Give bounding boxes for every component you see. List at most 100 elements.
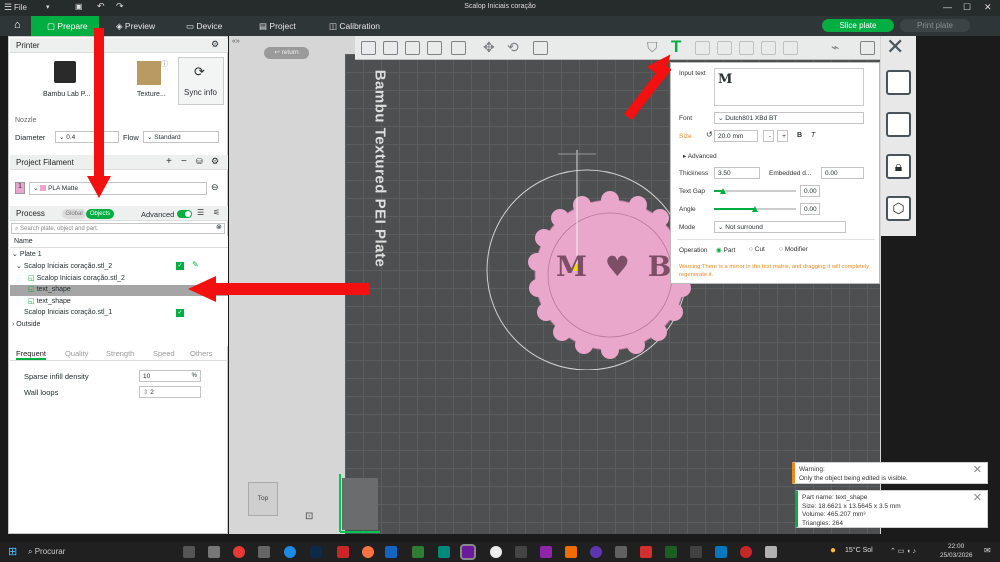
- cut-icon[interactable]: [761, 41, 776, 55]
- close-warning-icon[interactable]: ✕: [973, 465, 982, 475]
- scale-icon[interactable]: [533, 41, 548, 55]
- operation-part-radio[interactable]: ◉ Part: [716, 246, 735, 254]
- tab-frequent[interactable]: Frequent: [16, 349, 47, 360]
- app-icon-8[interactable]: [385, 546, 397, 558]
- visible-checkbox[interactable]: ✓: [176, 262, 184, 270]
- settings-hex-icon[interactable]: ⬡: [886, 196, 911, 221]
- wall-loops-input[interactable]: ⇕ 2: [139, 386, 201, 398]
- close-gizmo-icon[interactable]: ✕: [886, 34, 904, 60]
- excel-icon[interactable]: [665, 546, 677, 558]
- size-input[interactable]: 20.0 mm: [714, 130, 758, 142]
- app-icon-22[interactable]: [740, 546, 752, 558]
- lock-icon[interactable]: 🔒︎: [886, 154, 911, 179]
- app-icon-21[interactable]: [715, 546, 727, 558]
- tree-item-outside[interactable]: › Outside: [12, 321, 40, 328]
- remove-filament-icon[interactable]: −: [181, 156, 187, 167]
- maximize-icon[interactable]: ☐: [963, 2, 971, 13]
- tab-prepare[interactable]: ▢ Prepare: [31, 16, 99, 36]
- bold-button[interactable]: B: [797, 132, 802, 139]
- return-button[interactable]: ↩ return: [264, 47, 309, 59]
- app-icon-9[interactable]: [412, 546, 424, 558]
- filament-settings-gear-icon[interactable]: ⚙: [211, 156, 219, 167]
- acrobat-icon[interactable]: [640, 546, 652, 558]
- add-object-icon[interactable]: [361, 41, 376, 55]
- auto-orient-icon[interactable]: [427, 41, 442, 55]
- app-icon-15[interactable]: [565, 546, 577, 558]
- app-icon-13[interactable]: [515, 546, 527, 558]
- ruler-icon[interactable]: ⌁: [831, 39, 839, 56]
- advanced-expander[interactable]: ▸ Advanced: [683, 152, 717, 160]
- embedded-depth-input[interactable]: 0.00: [821, 167, 864, 179]
- app-icon-20[interactable]: [690, 546, 702, 558]
- add-filament-icon[interactable]: +: [166, 156, 172, 167]
- assembly-icon[interactable]: [717, 41, 732, 55]
- tab-project[interactable]: ▤ Project: [243, 16, 313, 36]
- view-icon[interactable]: [860, 41, 875, 55]
- text-gap-slider[interactable]: [714, 188, 796, 194]
- objects-toggle[interactable]: Objects: [86, 209, 114, 219]
- tree-item-object-2[interactable]: Scalop Iniciais coração.stl_1: [24, 309, 112, 316]
- italic-button[interactable]: T: [811, 132, 815, 139]
- operation-cut-radio[interactable]: ○ Cut: [749, 246, 765, 253]
- process-settings-icon[interactable]: ⚟: [213, 208, 220, 217]
- home-icon[interactable]: ⌂: [14, 19, 21, 31]
- taskbar-search[interactable]: ⌕ Procurar: [28, 545, 168, 559]
- app-icon-14[interactable]: [540, 546, 552, 558]
- app-icon-10[interactable]: [438, 546, 450, 558]
- printer-settings-gear-icon[interactable]: ⚙: [211, 39, 219, 50]
- tab-calibration[interactable]: ◫ Calibration: [313, 16, 403, 36]
- operation-modifier-radio[interactable]: ○ Modifier: [779, 246, 808, 253]
- mode-select[interactable]: ⌄ Not surround: [714, 221, 846, 233]
- move-icon[interactable]: ✥: [483, 39, 495, 56]
- visible-checkbox-2[interactable]: ✓: [176, 309, 184, 317]
- orient-icon[interactable]: [405, 41, 420, 55]
- split-icon[interactable]: [739, 41, 754, 55]
- filament-sync-icon[interactable]: ⛁: [196, 157, 203, 166]
- task-view-icon[interactable]: [183, 546, 195, 558]
- app-icon-6[interactable]: [337, 546, 349, 558]
- advanced-switch[interactable]: [177, 210, 192, 218]
- app-icon-23[interactable]: [765, 546, 777, 558]
- photoshop-icon[interactable]: [310, 546, 322, 558]
- list-icon[interactable]: ☰: [197, 208, 204, 217]
- filament-select[interactable]: ⌄ PLA Matte: [29, 182, 207, 195]
- chrome-icon[interactable]: [233, 546, 245, 558]
- info-icon[interactable]: ⓘ: [161, 59, 168, 69]
- arrange-icon[interactable]: [383, 41, 398, 55]
- close-icon[interactable]: ✕: [984, 2, 992, 13]
- firefox-icon[interactable]: [362, 546, 374, 558]
- app-icon-12[interactable]: [490, 546, 502, 558]
- global-toggle[interactable]: Global: [62, 209, 86, 219]
- app-icon-3[interactable]: [258, 546, 270, 558]
- text-gap-input[interactable]: 0.00: [800, 185, 820, 197]
- tree-item-text-shape[interactable]: ◱ text_shape: [28, 297, 71, 305]
- measure-icon[interactable]: [695, 41, 710, 55]
- bambu-studio-icon[interactable]: [462, 546, 474, 558]
- auto-orient-icon[interactable]: [886, 70, 911, 95]
- layers-view-icon[interactable]: [451, 41, 466, 55]
- font-select[interactable]: ⌄ Dutch801 XBd BT: [714, 112, 864, 124]
- app-icon-16[interactable]: [590, 546, 602, 558]
- tab-device[interactable]: ▭ Device: [170, 16, 240, 36]
- rotate-icon[interactable]: ⟲: [507, 39, 519, 56]
- plate-card[interactable]: Texture...: [129, 57, 177, 105]
- close-info-icon[interactable]: ✕: [973, 493, 982, 503]
- view-cube[interactable]: Top: [248, 482, 278, 516]
- app-icon-17[interactable]: [615, 546, 627, 558]
- thickness-input[interactable]: 3.50: [714, 167, 760, 179]
- size-decrement-button[interactable]: -: [763, 130, 774, 142]
- notification-bell-icon[interactable]: ✉: [984, 546, 991, 555]
- clear-search-icon[interactable]: ⊗: [216, 223, 222, 231]
- object-search-input[interactable]: ⌕ Search plate, object and part.: [11, 223, 225, 234]
- tree-item-part[interactable]: ◱ Scalop Iniciais coração.stl_2: [28, 274, 125, 282]
- layout-icon[interactable]: [886, 112, 911, 137]
- tree-item-plate[interactable]: ⌄ Plate 1: [12, 250, 42, 258]
- tree-item-object[interactable]: ⌄ Scalop Iniciais coração.stl_2: [16, 262, 112, 270]
- print-plate-button[interactable]: Print plate: [900, 19, 970, 32]
- tab-quality[interactable]: Quality: [65, 349, 88, 358]
- collapse-panel-icon[interactable]: «»: [232, 38, 240, 45]
- fit-view-icon[interactable]: ⊡: [305, 511, 313, 522]
- input-text-field[interactable]: M: [714, 68, 864, 106]
- tray-icons[interactable]: ⌃ ▭ ◖ ♪: [890, 547, 916, 555]
- reset-size-icon[interactable]: ↺: [706, 130, 713, 139]
